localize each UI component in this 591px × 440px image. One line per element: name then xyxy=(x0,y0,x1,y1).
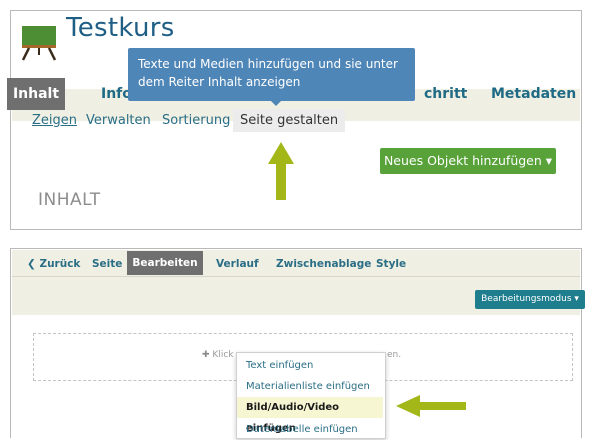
back-link[interactable]: ❮ Zurück xyxy=(27,258,80,270)
subtab-seite-gestalten[interactable]: Seite gestalten xyxy=(233,109,346,132)
subtab-sortierung[interactable]: Sortierung xyxy=(162,113,230,128)
arrow-up-icon xyxy=(268,142,294,200)
tab-verlauf[interactable]: Verlauf xyxy=(216,258,259,270)
tab-zwischenablage[interactable]: Zwischenablage xyxy=(276,258,371,270)
tooltip-line-1: Texte und Medien hinzufügen und sie unte… xyxy=(138,57,398,71)
drop-zone-hint-tail: en. xyxy=(387,350,402,360)
tab-inhalt[interactable]: Inhalt xyxy=(7,78,65,110)
content-heading: INHALT xyxy=(38,190,101,210)
drop-zone-label: Klick xyxy=(212,350,234,360)
plus-icon: ✚ xyxy=(202,350,210,360)
menu-item-text[interactable]: Text einfügen xyxy=(237,355,383,376)
insert-dropdown-menu: Text einfügen Materialienliste einfügen … xyxy=(236,352,386,439)
subtab-zeigen[interactable]: Zeigen xyxy=(32,113,77,128)
menu-item-material-list[interactable]: Materialienliste einfügen xyxy=(237,376,383,397)
back-label: Zurück xyxy=(39,258,81,270)
tab-seite[interactable]: Seite xyxy=(92,258,122,270)
add-new-object-button[interactable]: Neues Objekt hinzufügen ▾ xyxy=(380,148,556,174)
tooltip: Texte und Medien hinzufügen und sie unte… xyxy=(128,48,415,101)
tab-style[interactable]: Style xyxy=(376,258,406,270)
tab-bearbeiten[interactable]: Bearbeiten xyxy=(127,251,203,275)
tab-fortschritt[interactable]: chritt xyxy=(424,86,467,102)
tooltip-line-2: dem Reiter Inhalt anzeigen xyxy=(138,75,301,89)
drop-zone-hint: ✚ Klick xyxy=(202,350,234,360)
editing-mode-button[interactable]: Bearbeitungsmodus ▾ xyxy=(475,290,585,309)
subtab-verwalten[interactable]: Verwalten xyxy=(86,113,151,128)
arrow-left-icon xyxy=(396,395,466,417)
menu-item-media[interactable]: Bild/Audio/Video einfügen xyxy=(237,397,383,434)
tooltip-caret xyxy=(270,100,282,106)
tab-metadaten[interactable]: Metadaten xyxy=(491,86,576,102)
chevron-left-icon: ❮ xyxy=(27,258,36,270)
course-title: Testkurs xyxy=(66,13,175,43)
course-board-icon xyxy=(21,26,57,61)
